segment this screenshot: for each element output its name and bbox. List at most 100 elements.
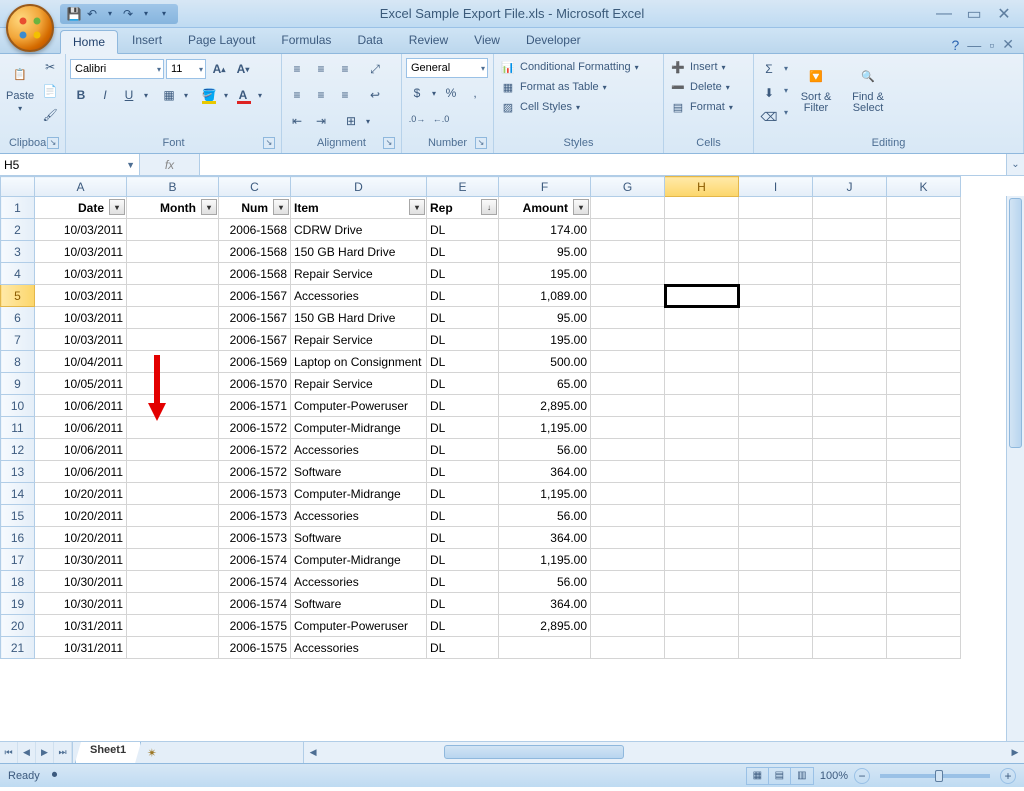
cell-A6[interactable]: 10/03/2011 [35, 307, 127, 329]
cell-D7[interactable]: Repair Service [291, 329, 427, 351]
office-button[interactable] [6, 4, 54, 52]
cell-H15[interactable] [665, 505, 739, 527]
copy-button[interactable]: 📄 [39, 80, 61, 102]
cell-J18[interactable] [813, 571, 887, 593]
autosum-drop-icon[interactable]: ▾ [784, 58, 788, 80]
cell-G10[interactable] [591, 395, 665, 417]
cell-F9[interactable]: 65.00 [499, 373, 591, 395]
number-format-combo[interactable]: General▾ [406, 58, 488, 78]
cell-G7[interactable] [591, 329, 665, 351]
cell-D6[interactable]: 150 GB Hard Drive [291, 307, 427, 329]
column-header-C[interactable]: C [219, 177, 291, 197]
decrease-indent-button[interactable]: ⇤ [286, 110, 308, 132]
cell-K11[interactable] [887, 417, 961, 439]
sheet-nav-next[interactable]: ▶ [36, 742, 54, 763]
name-box[interactable]: H5▼ [0, 154, 140, 175]
cell-E14[interactable]: DL [427, 483, 499, 505]
italic-button[interactable]: I [94, 84, 116, 106]
filter-button-F[interactable]: ▾ [573, 199, 589, 215]
font-launcher[interactable]: ↘ [263, 137, 275, 149]
cell-D14[interactable]: Computer-Midrange [291, 483, 427, 505]
column-header-I[interactable]: I [739, 177, 813, 197]
cell-K2[interactable] [887, 219, 961, 241]
cell-H7[interactable] [665, 329, 739, 351]
cell-C5[interactable]: 2006-1567 [219, 285, 291, 307]
column-header-J[interactable]: J [813, 177, 887, 197]
cell-A2[interactable]: 10/03/2011 [35, 219, 127, 241]
number-launcher[interactable]: ↘ [475, 137, 487, 149]
cell-B7[interactable] [127, 329, 219, 351]
cell-G13[interactable] [591, 461, 665, 483]
sheet-nav-prev[interactable]: ◀ [18, 742, 36, 763]
cell-F17[interactable]: 1,195.00 [499, 549, 591, 571]
cell-B2[interactable] [127, 219, 219, 241]
cell-J1[interactable] [813, 197, 887, 219]
cell-G11[interactable] [591, 417, 665, 439]
cell-J4[interactable] [813, 263, 887, 285]
cell-J9[interactable] [813, 373, 887, 395]
font-color-button[interactable]: A [232, 84, 254, 106]
cell-C17[interactable]: 2006-1574 [219, 549, 291, 571]
cell-D13[interactable]: Software [291, 461, 427, 483]
alignment-launcher[interactable]: ↘ [383, 137, 395, 149]
cell-C21[interactable]: 2006-1575 [219, 637, 291, 659]
hscroll-right[interactable]: ▶ [1006, 742, 1024, 763]
cell-H5[interactable] [665, 285, 739, 307]
cell-F4[interactable]: 195.00 [499, 263, 591, 285]
cell-K16[interactable] [887, 527, 961, 549]
cell-D21[interactable]: Accessories [291, 637, 427, 659]
paste-dropdown-icon[interactable]: ▾ [18, 104, 22, 113]
cell-E18[interactable]: DL [427, 571, 499, 593]
cell-F19[interactable]: 364.00 [499, 593, 591, 615]
autosum-button[interactable]: Σ [758, 58, 780, 80]
cell-E5[interactable]: DL [427, 285, 499, 307]
cut-button[interactable]: ✂ [39, 56, 61, 78]
select-all-corner[interactable] [1, 177, 35, 197]
cell-B9[interactable] [127, 373, 219, 395]
cell-I1[interactable] [739, 197, 813, 219]
cell-H17[interactable] [665, 549, 739, 571]
cell-B20[interactable] [127, 615, 219, 637]
qat-undo-drop-icon[interactable]: ▾ [102, 6, 118, 22]
row-header-9[interactable]: 9 [1, 373, 35, 395]
cell-G9[interactable] [591, 373, 665, 395]
cell-J15[interactable] [813, 505, 887, 527]
cell-I18[interactable] [739, 571, 813, 593]
border-button[interactable]: ▦ [158, 84, 180, 106]
cell-K13[interactable] [887, 461, 961, 483]
row-header-3[interactable]: 3 [1, 241, 35, 263]
cell-K8[interactable] [887, 351, 961, 373]
cell-E17[interactable]: DL [427, 549, 499, 571]
comma-button[interactable]: , [464, 82, 486, 104]
cell-E15[interactable]: DL [427, 505, 499, 527]
paste-button[interactable]: 📋 Paste ▾ [4, 56, 36, 117]
wrap-text-button[interactable]: ↩ [364, 84, 386, 106]
cell-I9[interactable] [739, 373, 813, 395]
format-cells-button[interactable]: ▤Format ▾ [668, 98, 735, 116]
cell-F6[interactable]: 95.00 [499, 307, 591, 329]
cell-E6[interactable]: DL [427, 307, 499, 329]
cell-B13[interactable] [127, 461, 219, 483]
cell-I15[interactable] [739, 505, 813, 527]
cell-D2[interactable]: CDRW Drive [291, 219, 427, 241]
vertical-scrollbar[interactable] [1006, 196, 1024, 741]
cell-I14[interactable] [739, 483, 813, 505]
help-button[interactable]: ? [952, 37, 960, 53]
cell-A10[interactable]: 10/06/2011 [35, 395, 127, 417]
cell-B11[interactable] [127, 417, 219, 439]
cell-G3[interactable] [591, 241, 665, 263]
qat-customize-icon[interactable]: ▾ [156, 6, 172, 22]
cell-J3[interactable] [813, 241, 887, 263]
increase-decimal-button[interactable]: .0→ [406, 108, 428, 130]
cell-F21[interactable] [499, 637, 591, 659]
decrease-font-button[interactable]: A▾ [232, 58, 254, 80]
cell-D10[interactable]: Computer-Poweruser [291, 395, 427, 417]
zoom-slider-thumb[interactable] [935, 770, 943, 782]
cell-G20[interactable] [591, 615, 665, 637]
cell-I8[interactable] [739, 351, 813, 373]
vertical-scroll-thumb[interactable] [1009, 198, 1022, 448]
cell-I21[interactable] [739, 637, 813, 659]
cell-I17[interactable] [739, 549, 813, 571]
row-header-17[interactable]: 17 [1, 549, 35, 571]
horizontal-scrollbar[interactable]: ◀ ▶ [303, 742, 1024, 763]
